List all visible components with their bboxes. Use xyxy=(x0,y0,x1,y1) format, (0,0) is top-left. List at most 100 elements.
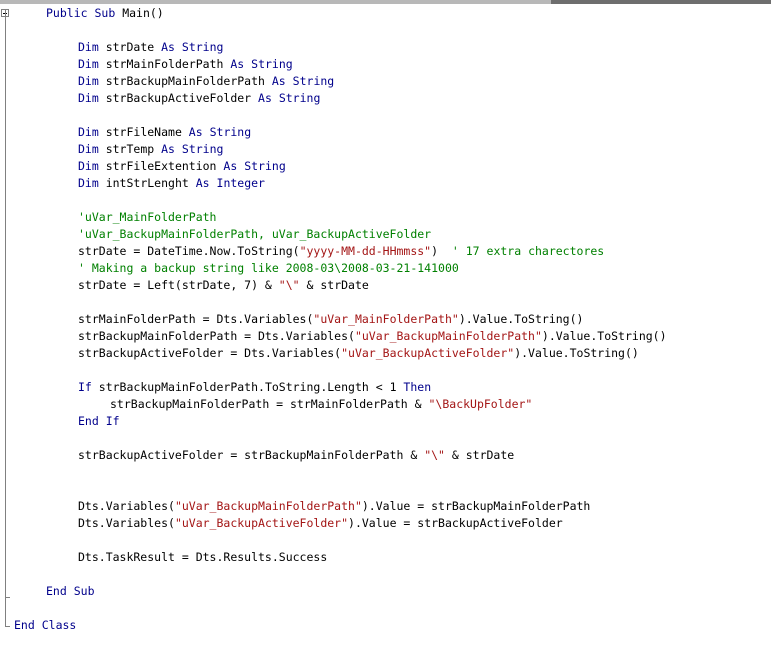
code-token: strBackupMainFolderPath = Dts.Variables( xyxy=(78,329,355,343)
code-token: intStrLenght xyxy=(98,176,196,190)
code-token: strBackupMainFolderPath = strMainFolderP… xyxy=(110,397,429,411)
keyword-token: If xyxy=(78,380,92,394)
string-token: "\" xyxy=(424,448,445,462)
string-token: "uVar_BackupActiveFolder" xyxy=(341,346,515,360)
keyword-token: Integer xyxy=(216,176,265,190)
code-token: strDate xyxy=(98,40,162,54)
keyword-token: As xyxy=(223,159,238,173)
code-token: strFileExtention xyxy=(98,159,224,173)
keyword-token: End xyxy=(78,414,99,428)
outline-gutter-end xyxy=(5,626,10,627)
code-line[interactable]: End Sub xyxy=(46,583,95,600)
code-line[interactable]: strBackupActiveFolder = Dts.Variables("u… xyxy=(78,345,639,362)
keyword-token: Dim xyxy=(78,91,99,105)
keyword-token: Dim xyxy=(78,159,99,173)
keyword-token: As xyxy=(258,91,272,105)
code-line[interactable]: Dim strBackupActiveFolder As String xyxy=(78,90,320,107)
code-line[interactable]: strMainFolderPath = Dts.Variables("uVar_… xyxy=(78,311,583,328)
code-token: strBackupActiveFolder xyxy=(98,91,259,105)
code-line[interactable]: Dim intStrLenght As Integer xyxy=(78,175,265,192)
code-token: ) xyxy=(431,244,452,258)
keyword-token: As xyxy=(230,57,245,71)
code-token: & strDate xyxy=(299,278,369,292)
string-token: "uVar_BackupMainFolderPath" xyxy=(174,499,362,513)
code-line[interactable]: ' Making a backup string like 2008-03\20… xyxy=(78,260,459,277)
keyword-token: As xyxy=(195,176,210,190)
keyword-token: String xyxy=(181,142,224,156)
code-token: strMainFolderPath = Dts.Variables( xyxy=(78,312,314,326)
code-line[interactable]: strBackupActiveFolder = strBackupMainFol… xyxy=(78,447,514,464)
code-line[interactable]: Dts.TaskResult = Dts.Results.Success xyxy=(78,549,327,566)
code-line[interactable]: Dts.Variables("uVar_BackupActiveFolder")… xyxy=(78,515,563,532)
code-token: strBackupMainFolderPath.ToString.Length … xyxy=(91,380,404,394)
code-token: strTemp xyxy=(98,142,162,156)
keyword-token: String xyxy=(209,125,252,139)
keyword-token: Class xyxy=(41,618,77,632)
code-line[interactable]: Dim strFileExtention As String xyxy=(78,158,286,175)
string-token: "yyyy-MM-dd-HHmmss" xyxy=(299,244,432,258)
code-line[interactable]: Dim strTemp As String xyxy=(78,141,223,158)
code-line[interactable]: strDate = DateTime.Now.ToString("yyyy-MM… xyxy=(78,243,604,260)
keyword-token: Sub xyxy=(73,584,95,598)
keyword-token: Dim xyxy=(78,74,99,88)
keyword-token: If xyxy=(105,414,120,428)
comment-token: ' 17 extra charectores xyxy=(451,244,605,258)
code-line[interactable]: 'uVar_BackupMainFolderPath, uVar_BackupA… xyxy=(78,226,431,243)
code-line[interactable]: Dim strBackupMainFolderPath As String xyxy=(78,73,334,90)
comment-token: 'uVar_MainFolderPath xyxy=(78,210,217,224)
editor-top-corner xyxy=(551,0,771,4)
keyword-token: End xyxy=(14,618,35,632)
keyword-token: Dim xyxy=(78,176,99,190)
code-line[interactable]: Dts.Variables("uVar_BackupMainFolderPath… xyxy=(78,498,590,515)
keyword-token: Then xyxy=(403,380,432,394)
string-token: "uVar_BackupActiveFolder" xyxy=(174,516,349,530)
keyword-token: Dim xyxy=(78,125,99,139)
code-line[interactable]: End If xyxy=(78,413,120,430)
code-token: ).Value = strBackupActiveFolder xyxy=(348,516,563,530)
comment-token: ' Making a backup string like 2008-03\20… xyxy=(78,261,459,275)
code-line[interactable]: strBackupMainFolderPath = Dts.Variables(… xyxy=(78,328,667,345)
keyword-token: String xyxy=(251,57,293,71)
comment-token: 'uVar_BackupMainFolderPath, uVar_BackupA… xyxy=(78,227,432,241)
code-token: Dts.Variables( xyxy=(78,516,175,530)
code-token: ).Value.ToString() xyxy=(514,346,639,360)
keyword-token: End xyxy=(46,584,67,598)
code-token: Dts.Variables( xyxy=(78,499,175,513)
code-token: ).Value.ToString() xyxy=(541,329,667,343)
code-line[interactable]: strDate = Left(strDate, 7) & "\" & strDa… xyxy=(78,277,369,294)
code-line[interactable]: Dim strMainFolderPath As String xyxy=(78,56,293,73)
code-token: strDate = DateTime.Now.ToString( xyxy=(78,244,300,258)
code-token: strDate = Left(strDate, 7) & xyxy=(78,278,279,292)
keyword-token: Public xyxy=(46,6,88,20)
code-line[interactable]: End Class xyxy=(14,617,76,634)
code-token: strBackupActiveFolder = Dts.Variables( xyxy=(78,346,342,360)
code-line[interactable]: Public Sub Main() xyxy=(46,5,164,22)
code-token: ).Value.ToString() xyxy=(458,312,584,326)
keyword-token: Dim xyxy=(78,57,99,71)
code-line[interactable]: 'uVar_MainFolderPath xyxy=(78,209,216,226)
code-token: & strDate xyxy=(444,448,515,462)
string-token: "\BackUpFolder" xyxy=(428,397,533,411)
keyword-token: As xyxy=(271,74,286,88)
keyword-token: As xyxy=(161,142,175,156)
code-line[interactable]: Dim strDate As String xyxy=(78,39,223,56)
keyword-token: Dim xyxy=(78,142,99,156)
keyword-token: String xyxy=(292,74,335,88)
keyword-token: As xyxy=(188,125,203,139)
outline-tick xyxy=(6,597,10,598)
string-token: "uVar_BackupMainFolderPath" xyxy=(354,329,542,343)
code-token: strBackupActiveFolder = strBackupMainFol… xyxy=(78,448,425,462)
code-line[interactable]: Dim strFileName As String xyxy=(78,124,251,141)
code-editor[interactable]: Public Sub Main() Dim strDate As String Di… xyxy=(0,0,771,649)
code-line[interactable]: If strBackupMainFolderPath.ToString.Leng… xyxy=(78,379,431,396)
code-line[interactable]: strBackupMainFolderPath = strMainFolderP… xyxy=(110,396,532,413)
code-token: Dts.TaskResult = Dts.Results.Success xyxy=(78,550,328,564)
keyword-token: String xyxy=(278,91,321,105)
